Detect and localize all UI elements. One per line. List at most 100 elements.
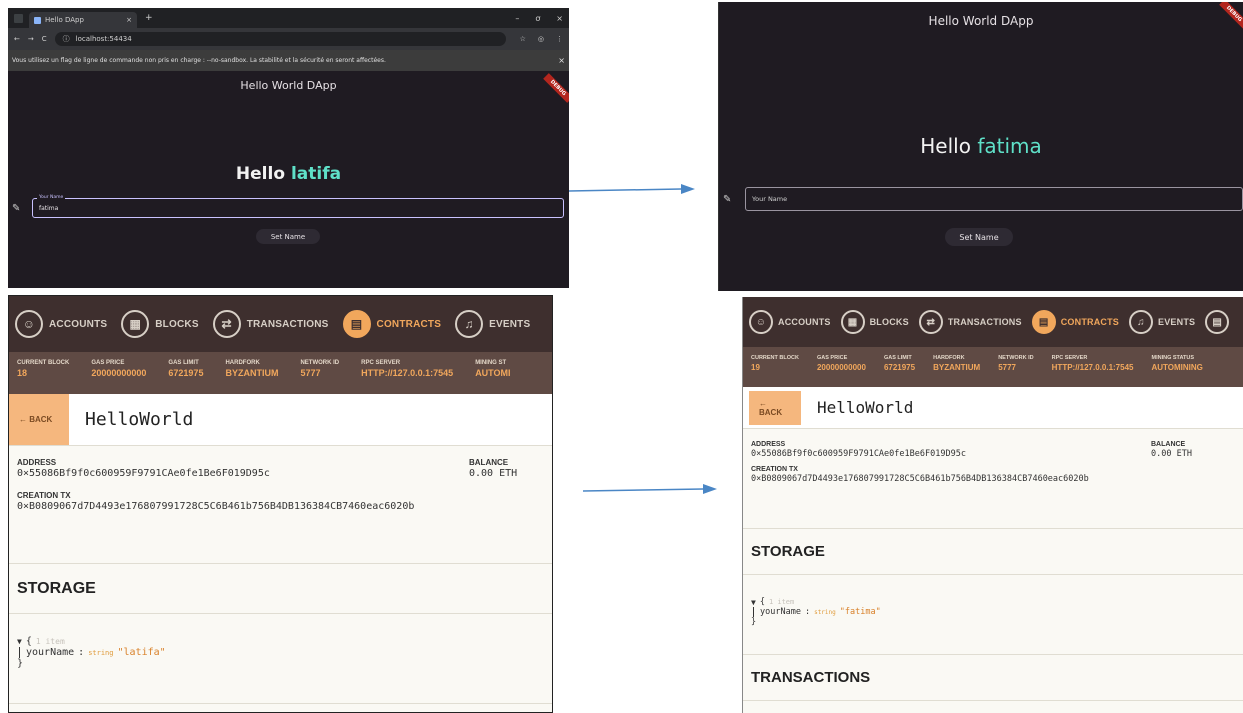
caret-down-icon[interactable]: ▼ <box>751 598 756 607</box>
stat-network-id: NETWORK ID 5777 <box>998 353 1033 381</box>
favicon-icon <box>34 16 41 24</box>
tab-close-icon[interactable]: × <box>126 16 132 24</box>
top-arrow-icon <box>569 184 695 194</box>
storage-value: "latifa" <box>117 647 166 658</box>
storage-entries: yourName : string "fatima" <box>753 607 1235 617</box>
contract-name: HelloWorld <box>817 398 914 417</box>
creation-tx-label: CREATION TX <box>17 491 71 500</box>
back-button[interactable]: ← BACK <box>9 394 69 445</box>
storage-type: string <box>88 648 114 657</box>
browser-tab-strip: Hello DApp × + – ơ × <box>8 8 569 28</box>
accounts-icon: ☺ <box>15 310 43 338</box>
stat-label: MINING STATUS <box>1151 355 1195 361</box>
balance-label: BALANCE <box>469 458 509 467</box>
stat-value: 20000000000 <box>816 363 866 372</box>
ganache-stats-bar: CURRENT BLOCK 19 GAS PRICE 20000000000 GAS… <box>743 347 1243 387</box>
stat-gas-price: GAS PRICE 20000000000 <box>817 353 866 381</box>
creation-tx-block: CREATION TX 0×B0809067d7D4493e1768079917… <box>751 466 1151 484</box>
greeting-name: latifa <box>290 164 342 184</box>
back-arrow-icon[interactable]: ← <box>14 35 20 43</box>
stat-label: GAS PRICE <box>816 355 848 361</box>
nav-contracts[interactable]: ▤ CONTRACTS <box>342 310 442 338</box>
nav-accounts[interactable]: ☺ ACCOUNTS <box>15 310 107 338</box>
stat-value: 20000000000 <box>91 368 147 378</box>
stat-network-id: NETWORK ID 5777 <box>300 358 339 388</box>
nav-accounts[interactable]: ☺ ACCOUNTS <box>749 310 831 334</box>
stat-label: HARDFORK <box>225 360 260 366</box>
brace-open: { <box>759 597 765 607</box>
caret-down-icon[interactable]: ▼ <box>17 637 22 646</box>
storage-colon: : <box>78 647 85 658</box>
balance-label: BALANCE <box>1151 441 1186 448</box>
name-input[interactable]: Your Name <box>745 187 1243 211</box>
nav-transactions-label: TRANSACTIONS <box>947 317 1022 327</box>
storage-colon: : <box>804 607 811 617</box>
nav-blocks[interactable]: ▦ BLOCKS <box>121 310 198 338</box>
name-input[interactable]: Your Name fatima <box>32 195 564 218</box>
creation-tx-value: 0×B0809067d7D4493e176807991728C5C6B461b7… <box>17 501 415 512</box>
nav-events-label: EVENTS <box>489 318 531 330</box>
name-input-label: Your Name <box>37 195 66 200</box>
browser-tab[interactable]: Hello DApp × <box>29 12 137 28</box>
nav-blocks[interactable]: ▦ BLOCKS <box>840 310 909 334</box>
nav-transactions-label: TRANSACTIONS <box>246 318 329 330</box>
app-title: Hello World DApp <box>240 79 337 92</box>
storage-key: yourName <box>760 607 801 617</box>
menu-icon[interactable]: ⋮ <box>556 35 563 43</box>
warning-close-icon[interactable]: × <box>558 56 565 65</box>
address-bar[interactable]: ⓘ localhost:54434 <box>54 32 506 46</box>
nav-transactions[interactable]: ⇄ TRANSACTIONS <box>918 310 1022 334</box>
nav-events[interactable]: ♫ EVENTS <box>1129 310 1195 334</box>
stat-rpc-server: RPC SERVER HTTP://127.0.0.1:7545 <box>1052 353 1134 381</box>
greeting: Hello latifa <box>8 164 569 184</box>
stat-label: GAS LIMIT <box>168 360 199 366</box>
nav-contracts[interactable]: ▤ CONTRACTS <box>1031 310 1120 334</box>
ganache-after-window: ☺ ACCOUNTS ▦ BLOCKS ⇄ TRANSACTIONS ▤ CONTRAC… <box>742 297 1243 713</box>
nav-contracts-label: CONTRACTS <box>1060 317 1120 327</box>
logs-icon: ▤ <box>1205 310 1230 334</box>
set-name-button[interactable]: Set Name <box>945 228 1013 246</box>
nav-blocks-label: BLOCKS <box>869 317 909 327</box>
events-bell-icon: ♫ <box>455 310 484 338</box>
stat-value: HTTP://127.0.0.1:7545 <box>361 368 454 378</box>
storage-viewer: ▼ { 1 item yourName : string "fatima" } <box>743 575 1243 655</box>
reload-icon[interactable]: C <box>42 35 47 43</box>
address-value: 0×55086Bf9f0c600959F9791CAe0fe1Be6F019D9… <box>17 468 270 479</box>
storage-object-header[interactable]: ▼ { 1 item <box>17 636 544 647</box>
app-title: Hello World DApp <box>928 14 1034 28</box>
name-input-value: fatima <box>39 204 59 212</box>
tab-title: Hello DApp <box>45 16 84 24</box>
address-block: ADDRESS 0×55086Bf9f0c600959F9791CAe0fe1B… <box>17 458 544 479</box>
stat-value: BYZANTIUM <box>933 363 981 372</box>
storage-entries: yourName : string "latifa" <box>19 647 544 658</box>
warning-text: Vous utilisez un flag de ligne de comman… <box>12 57 386 64</box>
site-info-icon[interactable]: ⓘ <box>63 34 70 44</box>
url-text: localhost:54434 <box>75 35 132 43</box>
contract-header: ← BACK HelloWorld <box>9 394 552 446</box>
balance-value: 0.00 ETH <box>469 468 518 479</box>
storage-entry: yourName : string "latifa" <box>26 647 544 658</box>
storage-object-header[interactable]: ▼ { 1 item <box>751 597 1235 607</box>
set-name-button[interactable]: Set Name <box>256 229 320 244</box>
nav-logs[interactable]: ▤ <box>1205 310 1230 334</box>
profile-icon[interactable]: ◎ <box>538 35 544 43</box>
nav-transactions[interactable]: ⇄ TRANSACTIONS <box>212 310 329 338</box>
minimize-icon[interactable]: – <box>515 14 519 23</box>
stat-label: NETWORK ID <box>300 360 340 366</box>
maximize-icon[interactable]: ơ <box>535 14 540 23</box>
new-tab-icon[interactable]: + <box>145 13 153 23</box>
stat-gas-limit: GAS LIMIT 6721975 <box>884 353 915 381</box>
dapp-before-window: Hello DApp × + – ơ × ← → C ⓘ localhost:5… <box>8 8 569 288</box>
stat-hardfork: HARDFORK BYZANTIUM <box>225 358 278 388</box>
stat-label: MINING ST <box>475 360 507 366</box>
back-button[interactable]: ← BACK <box>749 390 801 425</box>
contract-details: ADDRESS 0×55086Bf9f0c600959F9791CAe0fe1B… <box>743 429 1243 529</box>
tab-search-icon[interactable] <box>14 13 23 23</box>
window-close-icon[interactable]: × <box>556 14 563 23</box>
pen-icon: ✎ <box>723 193 732 205</box>
bookmark-star-icon[interactable]: ☆ <box>520 35 526 43</box>
storage-title: STORAGE <box>9 564 552 614</box>
nav-events[interactable]: ♫ EVENTS <box>455 310 530 338</box>
greeting-name: fatima <box>977 134 1042 158</box>
forward-arrow-icon[interactable]: → <box>28 35 34 43</box>
